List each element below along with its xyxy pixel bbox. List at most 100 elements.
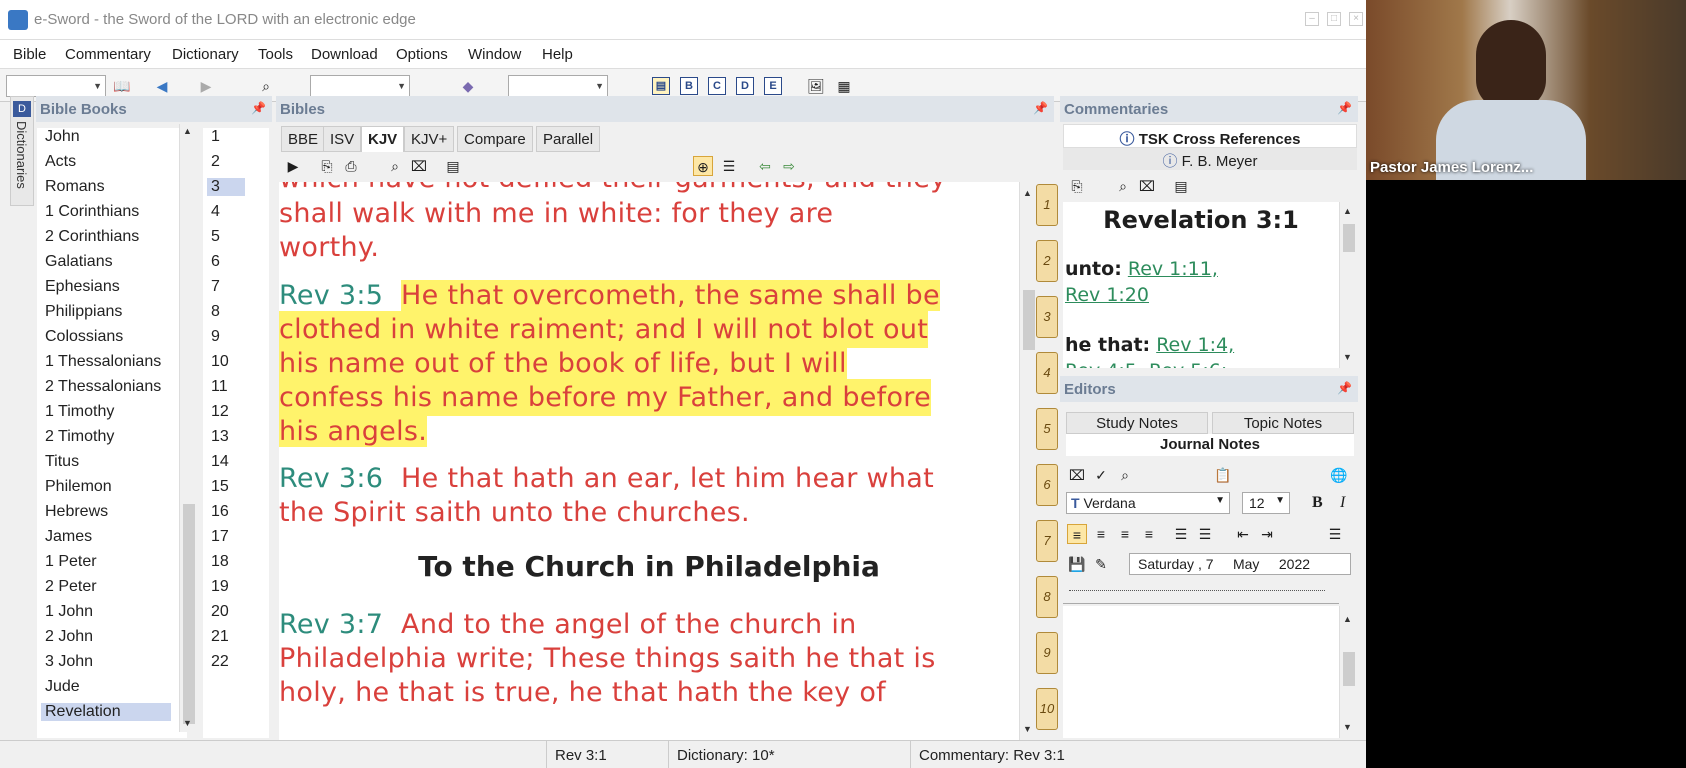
commentary-scrollbar[interactable]: ▲ ▼ (1339, 202, 1357, 368)
chapter-tab[interactable]: 6 (1036, 464, 1058, 506)
book-item[interactable]: 1 Peter (45, 553, 97, 571)
chapter-item[interactable]: 15 (211, 478, 229, 496)
menu-commentary[interactable]: Commentary (65, 46, 151, 63)
chapter-item[interactable]: 22 (211, 653, 229, 671)
verse-ref[interactable]: Rev 3:7 (279, 609, 383, 640)
chapter-item[interactable]: 6 (211, 253, 220, 271)
tab-journal-notes[interactable]: Journal Notes (1066, 434, 1354, 456)
menu-tools[interactable]: Tools (258, 46, 293, 63)
book-icon[interactable]: 📖 (112, 76, 132, 96)
search-icon[interactable]: ⌕ (256, 76, 276, 96)
journal-editor[interactable] (1063, 606, 1339, 738)
justify-icon[interactable]: ≡ (1139, 524, 1159, 544)
close-icon[interactable]: × (1349, 12, 1363, 26)
chapter-item[interactable]: 5 (211, 228, 220, 246)
book-item[interactable]: Jude (45, 678, 80, 696)
menu-help[interactable]: Help (542, 46, 573, 63)
bullet-list-icon[interactable]: ☰ (1195, 524, 1215, 544)
menu-options[interactable]: Options (396, 46, 448, 63)
book-item[interactable]: Ephesians (45, 278, 120, 296)
book-item[interactable]: 3 John (45, 653, 93, 671)
book-item[interactable]: Titus (45, 453, 79, 471)
menu-download[interactable]: Download (311, 46, 378, 63)
chapter-tab[interactable]: 10 (1036, 688, 1058, 730)
pin-icon[interactable]: 📌 (1337, 381, 1352, 395)
chapter-tab[interactable]: 2 (1036, 240, 1058, 282)
editor-scrollbar[interactable]: ▲ ▼ (1339, 606, 1357, 738)
back-arrow-icon[interactable]: ⇦ (755, 156, 775, 176)
outdent-icon[interactable]: ⇤ (1233, 524, 1253, 544)
pin-icon[interactable]: 📌 (1033, 101, 1048, 115)
book-item[interactable]: 1 John (45, 603, 93, 621)
book-item[interactable]: James (45, 528, 92, 546)
book-item[interactable]: 2 Timothy (45, 428, 114, 446)
book-item[interactable]: 2 Corinthians (45, 228, 139, 246)
tab-meyer[interactable]: ⓘ F. B. Meyer (1063, 148, 1357, 170)
tab-kjv[interactable]: KJV (361, 126, 405, 152)
book-item[interactable]: Hebrews (45, 503, 108, 521)
play-icon[interactable]: ▶ (283, 156, 303, 176)
chapter-item[interactable]: 17 (211, 528, 229, 546)
forward-arrow-icon[interactable]: ⇨ (779, 156, 799, 176)
chapter-item[interactable]: 13 (211, 428, 229, 446)
chapter-item[interactable]: 8 (211, 303, 220, 321)
book-item[interactable]: Galatians (45, 253, 113, 271)
search-icon[interactable]: ⌕ (385, 156, 405, 176)
view-c-button[interactable]: C (708, 77, 726, 95)
map-icon[interactable]: ▦ (834, 76, 854, 96)
book-item[interactable]: 1 Corinthians (45, 203, 139, 221)
dictionaries-side-tab[interactable]: D Dictionaries (10, 96, 34, 206)
align-left-icon[interactable]: ≡ (1067, 524, 1087, 544)
clear-icon[interactable]: ⌧ (1067, 465, 1087, 485)
chapter-item[interactable]: 21 (211, 628, 229, 646)
indent-icon[interactable]: ⇥ (1257, 524, 1277, 544)
book-item[interactable]: Romans (45, 178, 105, 196)
chapter-item[interactable]: 7 (211, 278, 220, 296)
image-icon[interactable]: 🖼 (806, 76, 826, 96)
print-icon[interactable]: ⎙ (341, 156, 361, 176)
search-icon[interactable]: ⌕ (1113, 176, 1133, 196)
chapter-item[interactable]: 9 (211, 328, 220, 346)
zoom-icon[interactable]: ⊕ (693, 156, 713, 176)
chapter-tab[interactable]: 5 (1036, 408, 1058, 450)
book-item[interactable]: 2 Peter (45, 578, 97, 596)
chapter-item[interactable]: 19 (211, 578, 229, 596)
bible-select[interactable]: ▼ (6, 75, 106, 97)
copy-icon[interactable]: ⎘ (317, 156, 337, 176)
find-icon[interactable]: ⌕ (1115, 465, 1135, 485)
tab-study-notes[interactable]: Study Notes (1066, 412, 1208, 434)
save-icon[interactable]: 💾 (1067, 554, 1087, 574)
clear-search-icon[interactable]: ⌧ (409, 156, 429, 176)
layout-icon[interactable]: ▤ (652, 77, 670, 95)
split-icon[interactable]: ☰ (719, 156, 739, 176)
forward-icon[interactable]: ▶ (196, 76, 216, 96)
chapter-item-selected[interactable]: 3 (207, 178, 245, 196)
book-list-scrollbar[interactable]: ▲ ▼ (179, 124, 197, 732)
book-item[interactable]: 2 John (45, 628, 93, 646)
edit-icon[interactable]: ✎ (1091, 554, 1111, 574)
italic-button[interactable]: I (1340, 494, 1345, 512)
book-item[interactable]: Philippians (45, 303, 122, 321)
menu-window[interactable]: Window (468, 46, 521, 63)
view-d-button[interactable]: D (736, 77, 754, 95)
tab-isv[interactable]: ISV (323, 126, 362, 152)
chapter-item[interactable]: 2 (211, 153, 220, 171)
paste-icon[interactable]: 📋 (1213, 465, 1233, 485)
copy-icon[interactable]: ⎘ (1067, 176, 1087, 196)
numbered-list-icon[interactable]: ☰ (1171, 524, 1191, 544)
bible-scrollbar[interactable]: ▲ ▼ (1019, 182, 1037, 740)
date-field[interactable]: Saturday , 7 May 2022 (1129, 553, 1351, 575)
chapter-item[interactable]: 18 (211, 553, 229, 571)
chapter-item[interactable]: 4 (211, 203, 220, 221)
view-b-button[interactable]: B (680, 77, 698, 95)
minimize-icon[interactable]: – (1305, 12, 1319, 26)
book-item[interactable]: Colossians (45, 328, 123, 346)
align-center-icon[interactable]: ≡ (1091, 524, 1111, 544)
book-item-selected[interactable]: Revelation (41, 703, 171, 721)
menu-dictionary[interactable]: Dictionary (172, 46, 239, 63)
chapter-tab[interactable]: 9 (1036, 632, 1058, 674)
chapter-tab[interactable]: 8 (1036, 576, 1058, 618)
tab-parallel[interactable]: Parallel (536, 126, 601, 152)
spellcheck-icon[interactable]: ✓ (1091, 465, 1111, 485)
book-item[interactable]: John (45, 128, 80, 146)
